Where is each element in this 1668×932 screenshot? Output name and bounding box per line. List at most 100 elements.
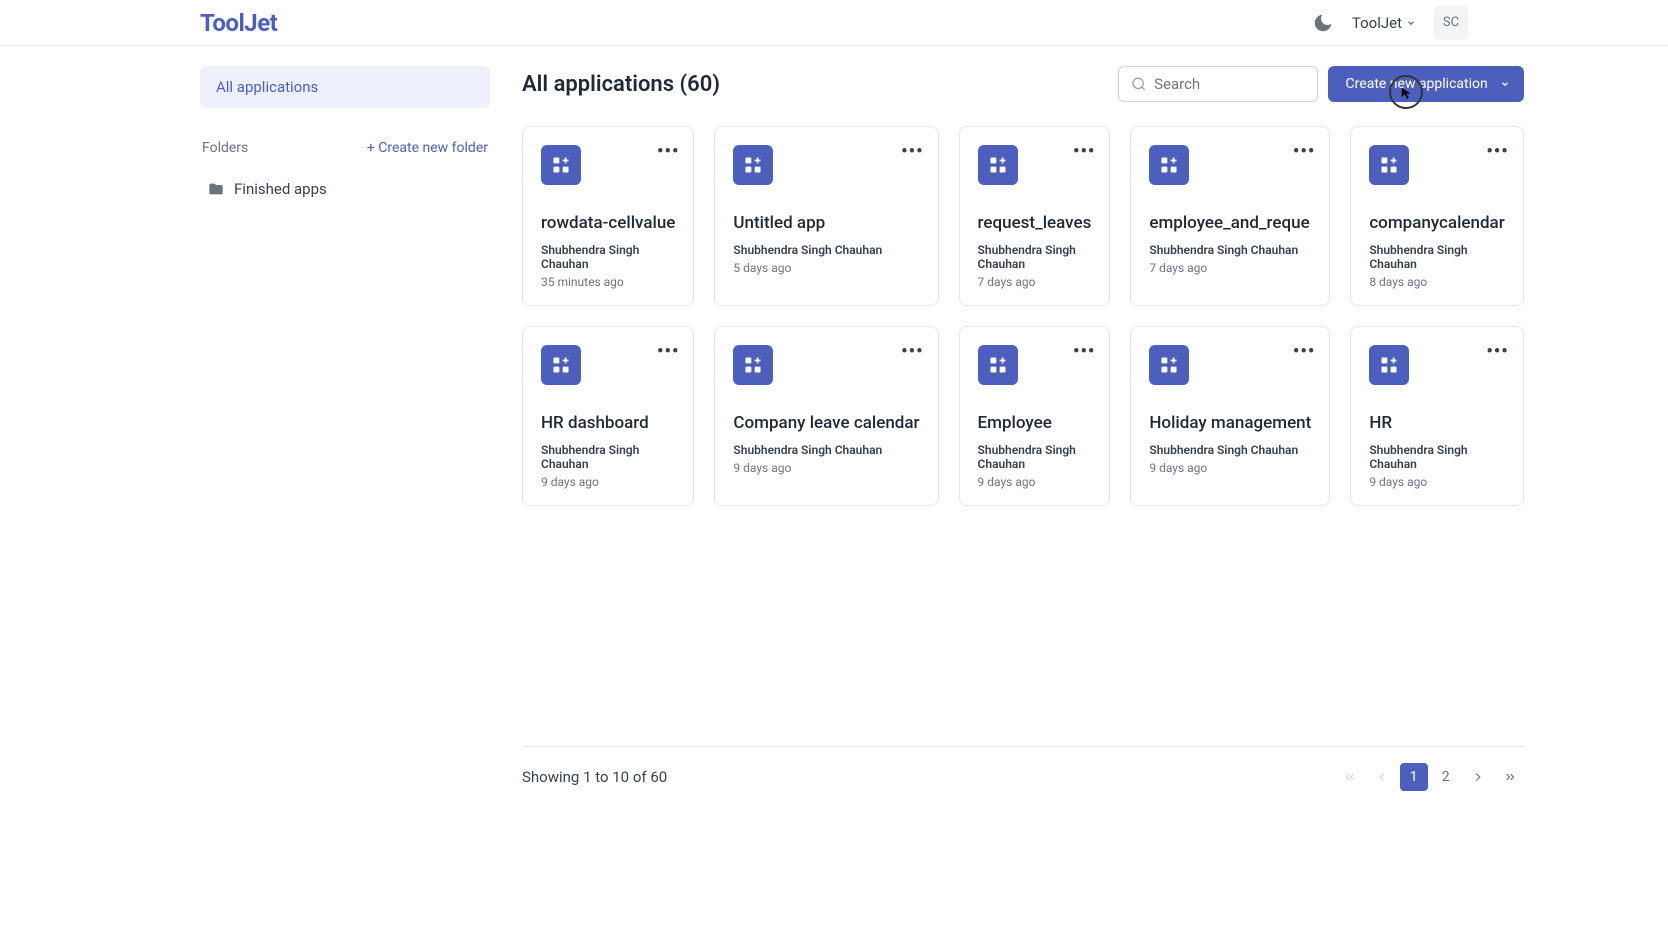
app-card[interactable]: ••• rowdata-cellvalue Shubhendra Singh C… <box>522 126 694 306</box>
app-card[interactable]: ••• employee_and_reque Shubhendra Singh … <box>1130 126 1330 306</box>
grid-add-icon <box>551 355 571 375</box>
grid-add-icon <box>1379 155 1399 175</box>
app-name: Employee <box>978 413 1092 433</box>
chevron-down-icon <box>1500 79 1510 89</box>
sidebar: All applications Folders + Create new fo… <box>200 66 490 791</box>
page-last[interactable] <box>1496 763 1524 791</box>
chevron-left-icon <box>1375 770 1389 784</box>
app-time: 7 days ago <box>1149 261 1311 275</box>
search-box[interactable] <box>1118 66 1318 102</box>
folder-name: Finished apps <box>234 180 327 198</box>
pagination: 1 2 <box>1336 763 1524 791</box>
app-menu-button[interactable]: ••• <box>901 141 923 162</box>
chevron-double-left-icon <box>1343 770 1357 784</box>
content-header: All applications (60) Create new applica… <box>522 66 1524 102</box>
app-icon <box>1149 345 1189 385</box>
app-icon <box>1369 145 1409 185</box>
chevron-right-icon <box>1471 770 1485 784</box>
app-card[interactable]: ••• Untitled app Shubhendra Singh Chauha… <box>714 126 938 306</box>
search-icon <box>1131 75 1147 93</box>
app-menu-button[interactable]: ••• <box>1293 141 1315 162</box>
workspace-dropdown[interactable]: ToolJet <box>1352 14 1416 32</box>
app-icon <box>978 345 1018 385</box>
header-right: ToolJet SC <box>1312 6 1468 40</box>
folders-header: Folders + Create new folder <box>200 140 490 156</box>
app-card[interactable]: ••• Company leave calendar Shubhendra Si… <box>714 326 938 506</box>
app-icon <box>1149 145 1189 185</box>
folders-label: Folders <box>202 140 248 156</box>
logo[interactable]: ToolJet <box>200 9 277 37</box>
app-name: HR dashboard <box>541 413 675 433</box>
app-icon <box>541 145 581 185</box>
app-menu-button[interactable]: ••• <box>657 141 679 162</box>
app-menu-button[interactable]: ••• <box>1293 341 1315 362</box>
app-time: 9 days ago <box>1149 461 1311 475</box>
app-time: 9 days ago <box>541 475 675 489</box>
app-time: 9 days ago <box>978 475 1092 489</box>
app-name: rowdata-cellvalue <box>541 213 675 233</box>
apps-grid: ••• rowdata-cellvalue Shubhendra Singh C… <box>522 126 1524 506</box>
workspace-name: ToolJet <box>1352 14 1402 32</box>
app-icon <box>1369 345 1409 385</box>
create-folder-button[interactable]: + Create new folder <box>367 140 488 156</box>
app-name: request_leaves <box>978 213 1092 233</box>
main-container: All applications Folders + Create new fo… <box>0 46 1668 811</box>
app-name: Company leave calendar <box>733 413 919 433</box>
app-card[interactable]: ••• companycalendar Shubhendra Singh Cha… <box>1350 126 1523 306</box>
search-input[interactable] <box>1154 75 1304 93</box>
folder-open-icon <box>208 181 224 197</box>
showing-text: Showing 1 to 10 of 60 <box>522 768 667 786</box>
app-name: Holiday management <box>1149 413 1311 433</box>
app-author: Shubhendra Singh Chauhan <box>1369 443 1504 471</box>
app-card[interactable]: ••• request_leaves Shubhendra Singh Chau… <box>959 126 1111 306</box>
chevron-down-icon <box>1406 18 1416 28</box>
app-time: 8 days ago <box>1369 275 1504 289</box>
app-card[interactable]: ••• HR dashboard Shubhendra Singh Chauha… <box>522 326 694 506</box>
folder-item-finished[interactable]: Finished apps <box>200 168 490 210</box>
pagination-bar: Showing 1 to 10 of 60 1 2 <box>522 746 1524 791</box>
app-name: companycalendar <box>1369 213 1504 233</box>
grid-add-icon <box>743 355 763 375</box>
app-name: HR <box>1369 413 1504 433</box>
theme-toggle[interactable] <box>1312 12 1334 34</box>
app-menu-button[interactable]: ••• <box>1073 341 1095 362</box>
page-2[interactable]: 2 <box>1432 763 1460 791</box>
grid-add-icon <box>1159 355 1179 375</box>
app-menu-button[interactable]: ••• <box>901 341 923 362</box>
app-menu-button[interactable]: ••• <box>1073 141 1095 162</box>
moon-icon <box>1312 12 1334 34</box>
top-header: ToolJet ToolJet SC <box>0 0 1668 46</box>
app-author: Shubhendra Singh Chauhan <box>733 243 919 257</box>
app-card[interactable]: ••• HR Shubhendra Singh Chauhan 9 days a… <box>1350 326 1523 506</box>
create-app-button[interactable]: Create new application <box>1328 66 1524 102</box>
page-next[interactable] <box>1464 763 1492 791</box>
grid-add-icon <box>988 155 1008 175</box>
app-name: Untitled app <box>733 213 919 233</box>
app-menu-button[interactable]: ••• <box>1486 341 1508 362</box>
header-actions: Create new application <box>1118 66 1524 102</box>
app-icon <box>978 145 1018 185</box>
app-time: 9 days ago <box>1369 475 1504 489</box>
grid-add-icon <box>551 155 571 175</box>
app-menu-button[interactable]: ••• <box>657 341 679 362</box>
app-icon <box>733 145 773 185</box>
sidebar-item-all-apps[interactable]: All applications <box>200 66 490 108</box>
avatar[interactable]: SC <box>1434 6 1468 40</box>
app-author: Shubhendra Singh Chauhan <box>978 443 1092 471</box>
app-time: 7 days ago <box>978 275 1092 289</box>
app-author: Shubhendra Singh Chauhan <box>978 243 1092 271</box>
app-author: Shubhendra Singh Chauhan <box>1149 443 1311 457</box>
grid-add-icon <box>1379 355 1399 375</box>
app-time: 35 minutes ago <box>541 275 675 289</box>
page-prev <box>1368 763 1396 791</box>
app-card[interactable]: ••• Holiday management Shubhendra Singh … <box>1130 326 1330 506</box>
create-app-label: Create new application <box>1346 76 1488 92</box>
page-1[interactable]: 1 <box>1400 763 1428 791</box>
app-card[interactable]: ••• Employee Shubhendra Singh Chauhan 9 … <box>959 326 1111 506</box>
app-time: 5 days ago <box>733 261 919 275</box>
app-icon <box>733 345 773 385</box>
app-icon <box>541 345 581 385</box>
app-author: Shubhendra Singh Chauhan <box>541 443 675 471</box>
app-menu-button[interactable]: ••• <box>1486 141 1508 162</box>
app-author: Shubhendra Singh Chauhan <box>733 443 919 457</box>
